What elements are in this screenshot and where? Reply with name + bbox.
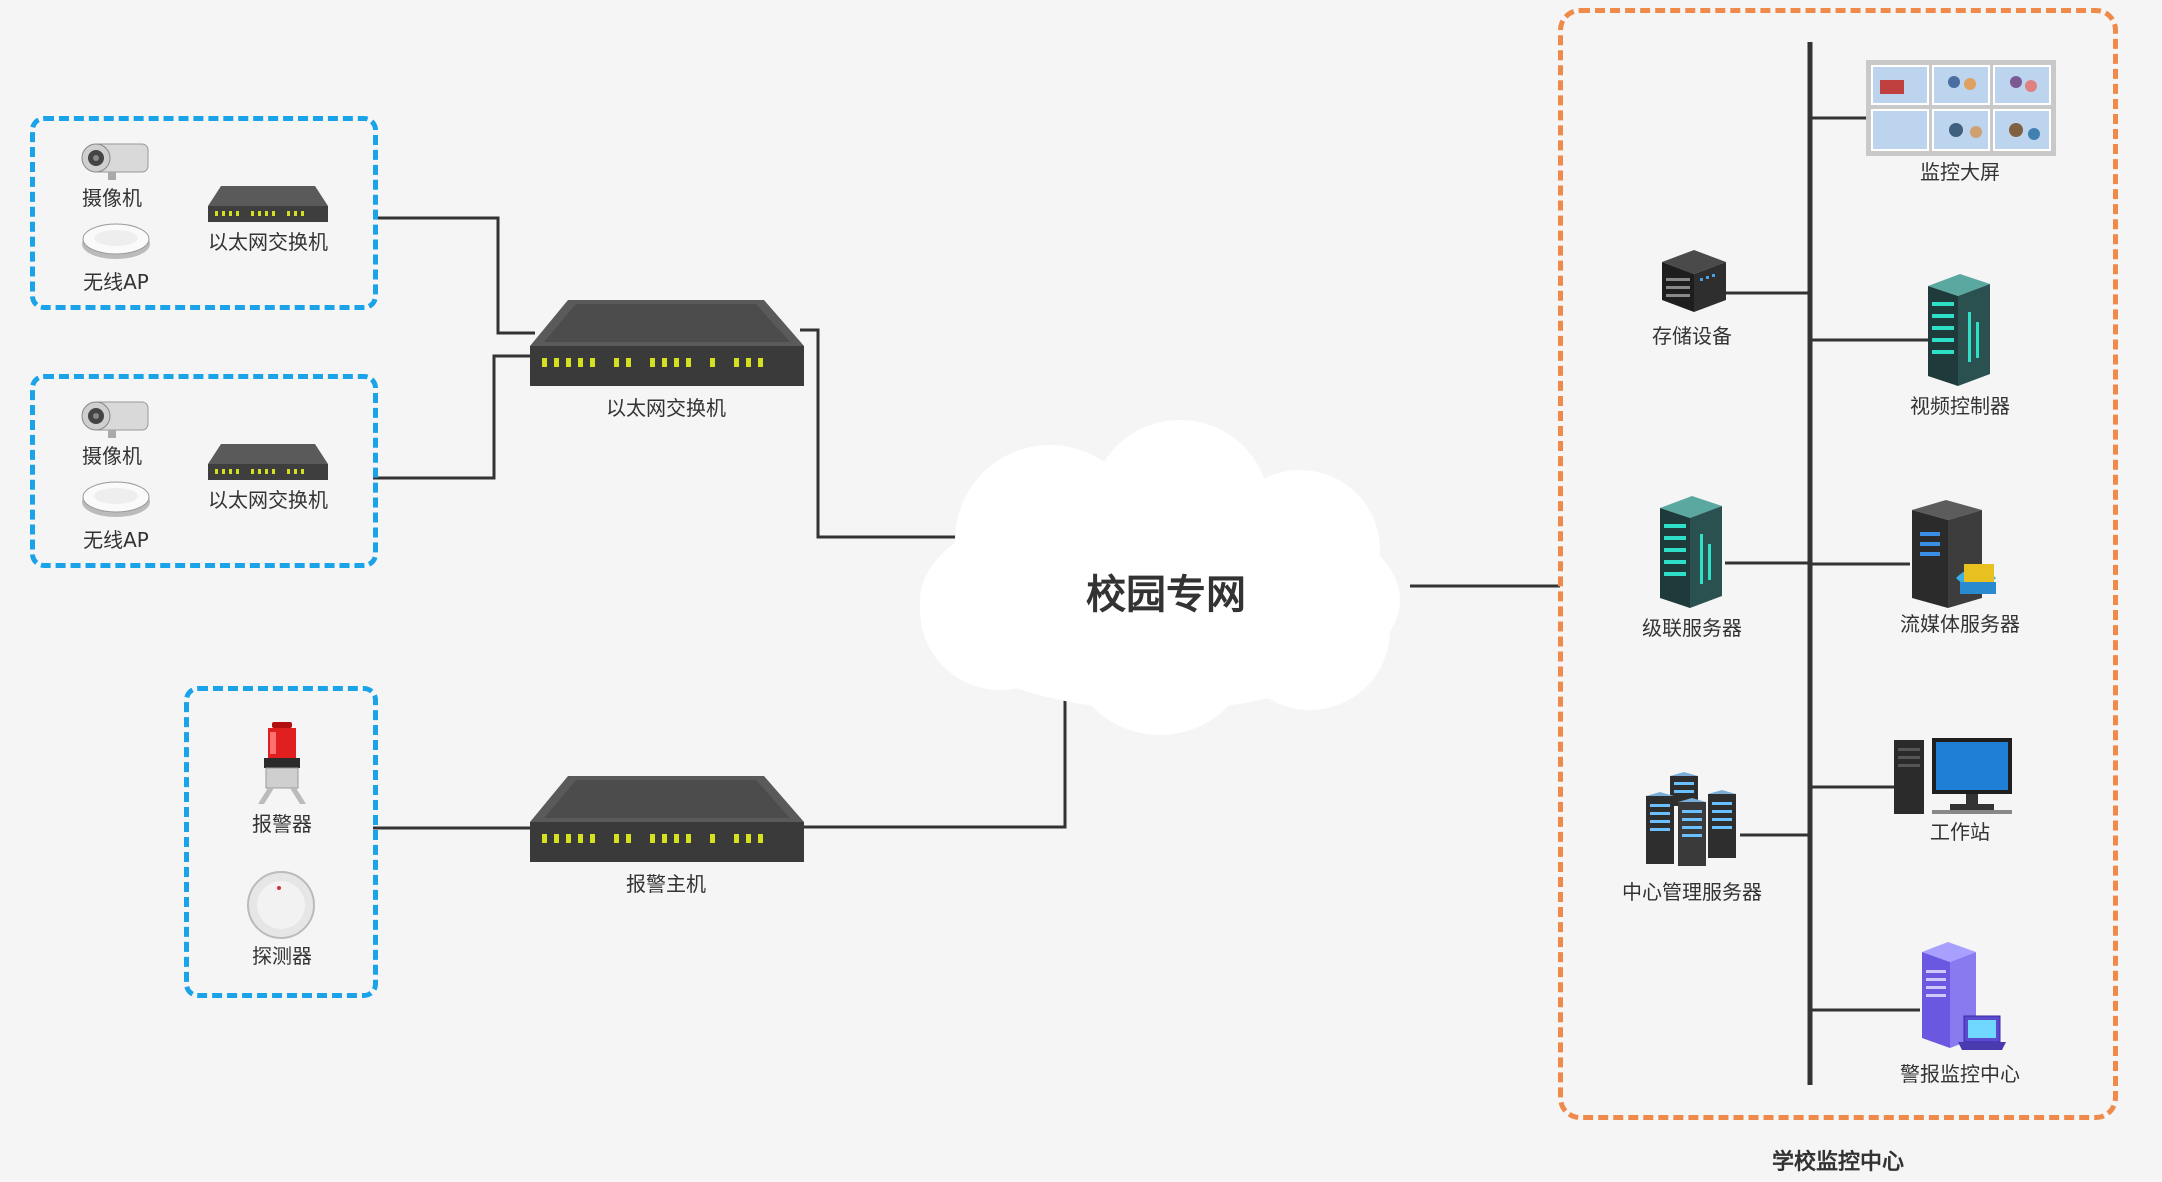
streaming-server-label: 流媒体服务器 [1900,612,2020,636]
core-switch-icon [530,300,804,386]
camera-icon [81,143,149,180]
cloud-label: 校园专网 [1086,572,1246,618]
workstation-label: 工作站 [1930,820,1990,844]
camera-label: 摄像机 [82,186,142,210]
cascade-server-label: 级联服务器 [1642,616,1742,640]
alarm-label: 报警器 [252,812,312,836]
detector-icon [247,871,315,939]
switch-label: 以太网交换机 [208,488,328,512]
alarm-center-label: 警报监控中心 [1900,1062,2020,1086]
alarm-host-label: 报警主机 [626,872,706,896]
monitoring-center-box [1558,8,2118,1120]
streaming-server-icon [1912,500,1996,608]
cascade-server-icon [1660,496,1722,608]
video-controller-icon [1928,274,1990,386]
switch-icon [208,444,328,480]
management-server-icon [1646,772,1736,866]
ap-label: 无线AP [83,528,149,552]
camera-icon [81,401,149,438]
video-controller-label: 视频控制器 [1910,394,2010,418]
alarm-siren-icon [258,722,306,804]
alarm-host-icon [530,776,804,862]
core-switch-label: 以太网交换机 [606,396,726,420]
camera-label: 摄像机 [82,444,142,468]
link-group1-core [373,216,535,335]
detector-label: 探测器 [252,944,312,968]
monitoring-center-title: 学校监控中心 [1771,1150,1905,1175]
network-topology-diagram: 校园专网 摄像机 无线AP 以太网交换机 摄像机 无线AP 以太网交换机 报警器… [0,0,2162,1182]
switch-icon [208,186,328,222]
management-server-label: 中心管理服务器 [1622,880,1762,904]
workstation-icon [1894,738,2012,814]
switch-label: 以太网交换机 [208,230,328,254]
wireless-ap-icon [82,481,150,517]
video-wall-label: 监控大屏 [1920,160,2000,184]
wireless-ap-icon [82,223,150,259]
ap-label: 无线AP [83,270,149,294]
storage-label: 存储设备 [1652,324,1732,348]
alarm-center-icon [1922,942,2006,1050]
video-wall-icon [1866,60,2056,156]
storage-device-icon [1662,250,1726,312]
link-group2-core [373,354,535,480]
